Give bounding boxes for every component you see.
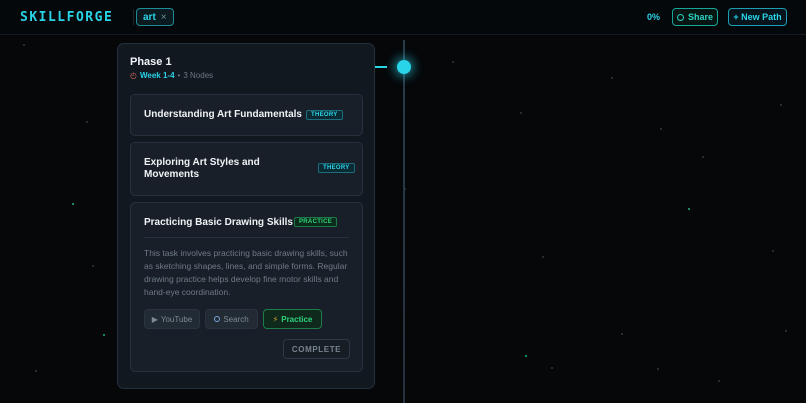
task-card-1[interactable]: Understanding Art Fundamentals THEORY [130,94,363,136]
phase-node-count: 3 Nodes [183,71,214,80]
task-type-badge: THEORY [306,110,343,120]
filter-tag-chip[interactable]: art × [136,8,174,26]
play-icon: ▶ [151,314,158,324]
header-divider [133,9,134,25]
task-title: Understanding Art Fundamentals [144,109,302,120]
ring-icon [676,13,684,21]
task-title: Practicing Basic Drawing Skills [144,217,293,228]
phase-week: Week 1-4 [139,71,175,80]
filter-tag-label: art [143,11,156,23]
task-card-3-expanded[interactable]: Practicing Basic Drawing Skills PRACTICE… [130,202,363,372]
timeline-connector [375,66,387,68]
practice-label: Practice [281,314,313,324]
task-divider [144,237,349,238]
new-path-button[interactable]: + New Path [728,8,787,26]
share-label: Share [687,12,713,22]
youtube-label: YouTube [160,314,193,324]
app-logo[interactable]: SKILLFORGE [20,10,113,25]
task-type-badge: PRACTICE [294,217,338,227]
timeline-line [403,40,405,403]
task-type-badge: THEORY [318,163,355,173]
clock-icon: ◴ [130,71,137,80]
complete-button[interactable]: COMPLETE [283,339,350,359]
lightning-icon: ⚡ [272,314,279,324]
timeline-node[interactable] [397,60,411,74]
search-icon [214,316,221,322]
task-card-2[interactable]: Exploring Art Styles and Movements THEOR… [130,142,363,196]
task-description: This task involves practicing basic draw… [144,248,348,297]
progress-percent: 0% [647,12,661,22]
practice-button[interactable]: ⚡ Practice [263,309,322,329]
close-icon[interactable]: × [161,12,167,23]
youtube-button[interactable]: ▶ YouTube [144,309,200,329]
phase-title: Phase 1 [130,56,172,68]
search-label: Search [223,314,249,324]
task-title: Exploring Art Styles and Movements [144,157,260,180]
share-button[interactable]: Share [672,8,718,26]
search-button[interactable]: Search [205,309,258,329]
phase-meta: ◴ Week 1-4 • 3 Nodes [130,71,213,80]
app-header: SKILLFORGE art × 0% Share + New Path [0,0,806,35]
phase-card: Phase 1 ◴ Week 1-4 • 3 Nodes Understandi… [117,43,375,389]
meta-separator: • [177,71,181,80]
